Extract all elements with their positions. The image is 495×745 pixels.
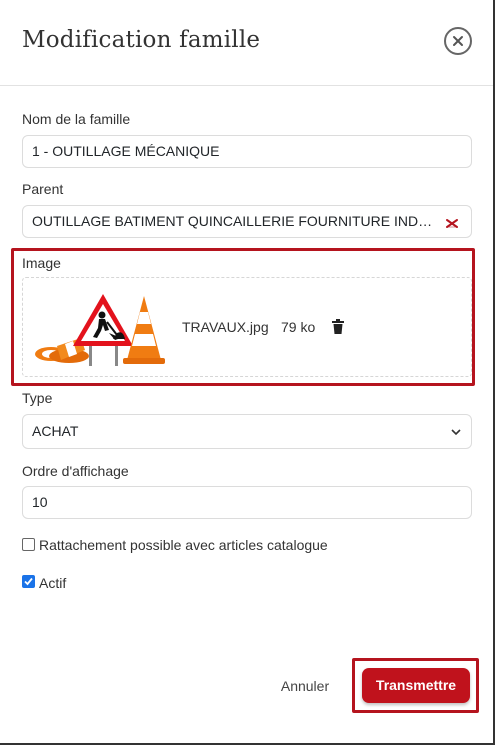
order-value: 10	[32, 494, 48, 510]
roadwork-image	[35, 294, 165, 366]
family-name-label: Nom de la famille	[22, 111, 131, 127]
type-select[interactable]: ACHAT	[22, 414, 472, 449]
type-value: ACHAT	[32, 423, 79, 439]
cancel-button[interactable]: Annuler	[272, 672, 338, 700]
family-name-value: 1 - OUTILLAGE MÉCANIQUE	[32, 143, 220, 159]
parent-value: OUTILLAGE BATIMENT QUINCAILLERIE FOURNIT…	[32, 213, 437, 229]
trash-icon[interactable]	[331, 319, 345, 335]
active-checkbox[interactable]	[22, 575, 35, 588]
close-icon	[453, 36, 463, 46]
image-file-size: 79 ko	[281, 319, 316, 335]
parent-select[interactable]: OUTILLAGE BATIMENT QUINCAILLERIE FOURNIT…	[22, 205, 472, 238]
order-label: Ordre d'affichage	[22, 463, 129, 479]
image-file-name: TRAVAUX.jpg	[182, 319, 269, 335]
type-label: Type	[22, 390, 53, 406]
edit-family-modal: Modification famille Nom de la famille 1…	[0, 0, 495, 745]
parent-label: Parent	[22, 181, 64, 197]
check-icon	[24, 577, 33, 586]
modal-header: Modification famille	[0, 0, 493, 86]
submit-button[interactable]: Transmettre	[362, 668, 470, 703]
close-button[interactable]	[444, 27, 472, 55]
modal-title: Modification famille	[22, 27, 261, 53]
family-name-input[interactable]: 1 - OUTILLAGE MÉCANIQUE	[22, 135, 472, 168]
active-label: Actif	[39, 575, 67, 591]
image-dropzone[interactable]: TRAVAUX.jpg 79 ko	[22, 277, 472, 377]
chevron-down-icon	[451, 429, 461, 436]
image-label: Image	[22, 255, 61, 271]
catalog-link-label: Rattachement possible avec articles cata…	[39, 537, 328, 553]
clear-icon[interactable]	[445, 217, 459, 229]
order-input[interactable]: 10	[22, 486, 472, 519]
catalog-link-checkbox[interactable]	[22, 538, 35, 551]
